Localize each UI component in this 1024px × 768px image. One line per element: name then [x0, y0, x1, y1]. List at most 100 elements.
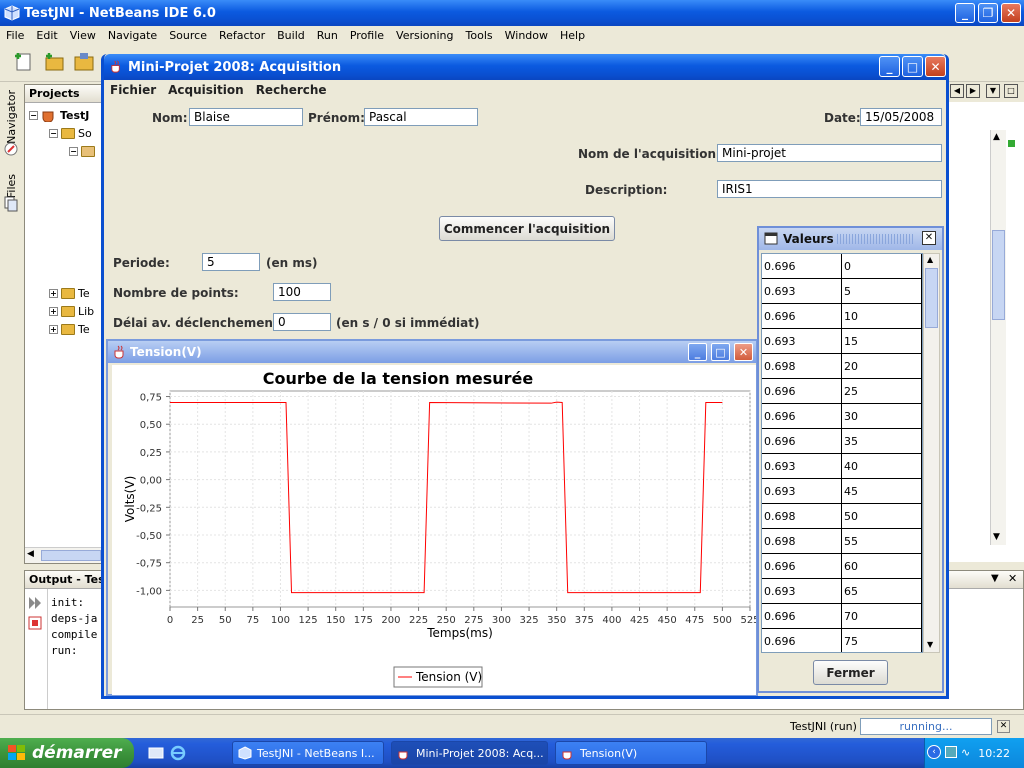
table-row[interactable]: 0.696 10 [762, 304, 922, 329]
table-row[interactable]: 0.693 65 [762, 579, 922, 604]
prenom-field[interactable]: Pascal [364, 108, 478, 126]
valeurs-title-bar[interactable]: Valeurs ✕ [759, 228, 942, 250]
cancel-process-icon[interactable]: ✕ [997, 720, 1010, 733]
time-cell[interactable]: 60 [842, 554, 922, 579]
tension-cell[interactable]: 0.698 [762, 504, 842, 529]
table-row[interactable]: 0.696 75 [762, 629, 922, 652]
tension-cell[interactable]: 0.693 [762, 454, 842, 479]
time-cell[interactable]: 45 [842, 479, 922, 504]
time-cell[interactable]: 5 [842, 279, 922, 304]
expand-icon[interactable]: + [49, 306, 58, 316]
collapse-icon[interactable]: − [29, 110, 38, 120]
tension-cell[interactable]: 0.693 [762, 329, 842, 354]
start-acquisition-button[interactable]: Commencer l'acquisition [439, 216, 615, 241]
time-cell[interactable]: 75 [842, 629, 922, 652]
tension-cell[interactable]: 0.696 [762, 429, 842, 454]
table-row[interactable]: 0.693 45 [762, 479, 922, 504]
tension-cell[interactable]: 0.696 [762, 554, 842, 579]
menu-profile[interactable]: Profile [344, 29, 390, 42]
fermer-button[interactable]: Fermer [813, 660, 888, 685]
table-row[interactable]: 0.696 0 [762, 254, 922, 279]
stop-icon[interactable] [27, 615, 43, 631]
time-cell[interactable]: 25 [842, 379, 922, 404]
menu-view[interactable]: View [64, 29, 102, 42]
acquisition-close-button[interactable]: ✕ [925, 56, 946, 77]
tension-maximize-button[interactable]: □ [711, 343, 730, 361]
internet-explorer-icon[interactable] [170, 745, 186, 761]
new-file-icon[interactable] [12, 50, 36, 74]
date-field[interactable]: 15/05/2008 [860, 108, 942, 126]
time-cell[interactable]: 15 [842, 329, 922, 354]
tension-title-bar[interactable]: Tension(V) _ □ ✕ [108, 341, 756, 363]
table-row[interactable]: 0.693 15 [762, 329, 922, 354]
editor-vscrollbar[interactable]: ▲ ▼ [990, 130, 1006, 545]
tree-item-project[interactable]: − TestJ [29, 107, 89, 123]
table-row[interactable]: 0.693 40 [762, 454, 922, 479]
time-cell[interactable]: 50 [842, 504, 922, 529]
output-text[interactable]: init: deps-ja compile run: [51, 595, 97, 659]
delai-field[interactable]: 0 [273, 313, 331, 331]
netbeans-title-bar[interactable]: TestJNI - NetBeans IDE 6.0 _ ❐ ✕ [0, 0, 1024, 26]
menu-versioning[interactable]: Versioning [390, 29, 459, 42]
table-row[interactable]: 0.698 20 [762, 354, 922, 379]
task-acquisition[interactable]: Mini-Projet 2008: Acq... [391, 741, 548, 765]
table-row[interactable]: 0.698 55 [762, 529, 922, 554]
tree-item-test-libs[interactable]: + Te [49, 321, 90, 337]
collapse-icon[interactable]: − [69, 146, 78, 156]
tension-cell[interactable]: 0.693 [762, 579, 842, 604]
tension-cell[interactable]: 0.693 [762, 279, 842, 304]
valeurs-table[interactable]: 0.696 0 0.693 5 0.696 10 0.693 15 0.698 20 0.696 25… [761, 253, 923, 653]
projects-hscrollbar[interactable]: ◀ [25, 547, 103, 563]
tension-cell[interactable]: 0.696 [762, 404, 842, 429]
rerun-icon[interactable] [27, 595, 43, 611]
show-desktop-icon[interactable] [148, 745, 164, 761]
tree-item-test[interactable]: + Te [49, 285, 90, 301]
menu-source[interactable]: Source [163, 29, 213, 42]
drag-grip[interactable] [837, 234, 915, 244]
tension-close-button[interactable]: ✕ [734, 343, 753, 361]
tray-expand-icon[interactable]: ‹ [927, 745, 941, 759]
netbeans-close-button[interactable]: ✕ [1001, 3, 1021, 23]
menu-build[interactable]: Build [271, 29, 311, 42]
periode-field[interactable]: 5 [202, 253, 260, 271]
netbeans-maximize-button[interactable]: ❐ [978, 3, 998, 23]
description-field[interactable]: IRIS1 [717, 180, 942, 198]
time-cell[interactable]: 40 [842, 454, 922, 479]
files-tab[interactable]: Files [5, 174, 18, 198]
time-cell[interactable]: 55 [842, 529, 922, 554]
menu-run[interactable]: Run [311, 29, 344, 42]
menu-recherche[interactable]: Recherche [250, 83, 333, 97]
tree-item-package[interactable]: − [69, 143, 95, 159]
netbeans-minimize-button[interactable]: _ [955, 3, 975, 23]
menu-tools[interactable]: Tools [460, 29, 499, 42]
menu-edit[interactable]: Edit [30, 29, 63, 42]
menu-file[interactable]: File [0, 29, 30, 42]
tension-cell[interactable]: 0.696 [762, 604, 842, 629]
expand-icon[interactable]: + [49, 324, 58, 334]
table-row[interactable]: 0.696 60 [762, 554, 922, 579]
menu-fichier[interactable]: Fichier [104, 83, 162, 97]
tension-cell[interactable]: 0.696 [762, 254, 842, 279]
tree-item-libraries[interactable]: + Lib [49, 303, 94, 319]
chevron-down-icon[interactable]: ▼ [986, 84, 1000, 98]
menu-help[interactable]: Help [554, 29, 591, 42]
projects-header[interactable]: Projects [25, 85, 103, 103]
table-row[interactable]: 0.698 50 [762, 504, 922, 529]
menu-navigate[interactable]: Navigate [102, 29, 163, 42]
expand-icon[interactable]: + [49, 288, 58, 298]
tension-minimize-button[interactable]: _ [688, 343, 707, 361]
start-button[interactable]: démarrer [0, 738, 134, 768]
time-cell[interactable]: 35 [842, 429, 922, 454]
tension-cell[interactable]: 0.698 [762, 529, 842, 554]
table-row[interactable]: 0.696 35 [762, 429, 922, 454]
maximize-editor-icon[interactable]: □ [1004, 84, 1018, 98]
valeurs-vscrollbar[interactable]: ▲ ▼ [923, 253, 940, 653]
time-cell[interactable]: 70 [842, 604, 922, 629]
tray-network-icon[interactable] [945, 746, 957, 758]
time-cell[interactable]: 65 [842, 579, 922, 604]
tension-cell[interactable]: 0.693 [762, 479, 842, 504]
collapse-icon[interactable]: − [49, 128, 58, 138]
task-netbeans[interactable]: TestJNI - NetBeans I... [232, 741, 384, 765]
valeurs-close-icon[interactable]: ✕ [922, 231, 936, 245]
acquisition-name-field[interactable]: Mini-projet [717, 144, 942, 162]
